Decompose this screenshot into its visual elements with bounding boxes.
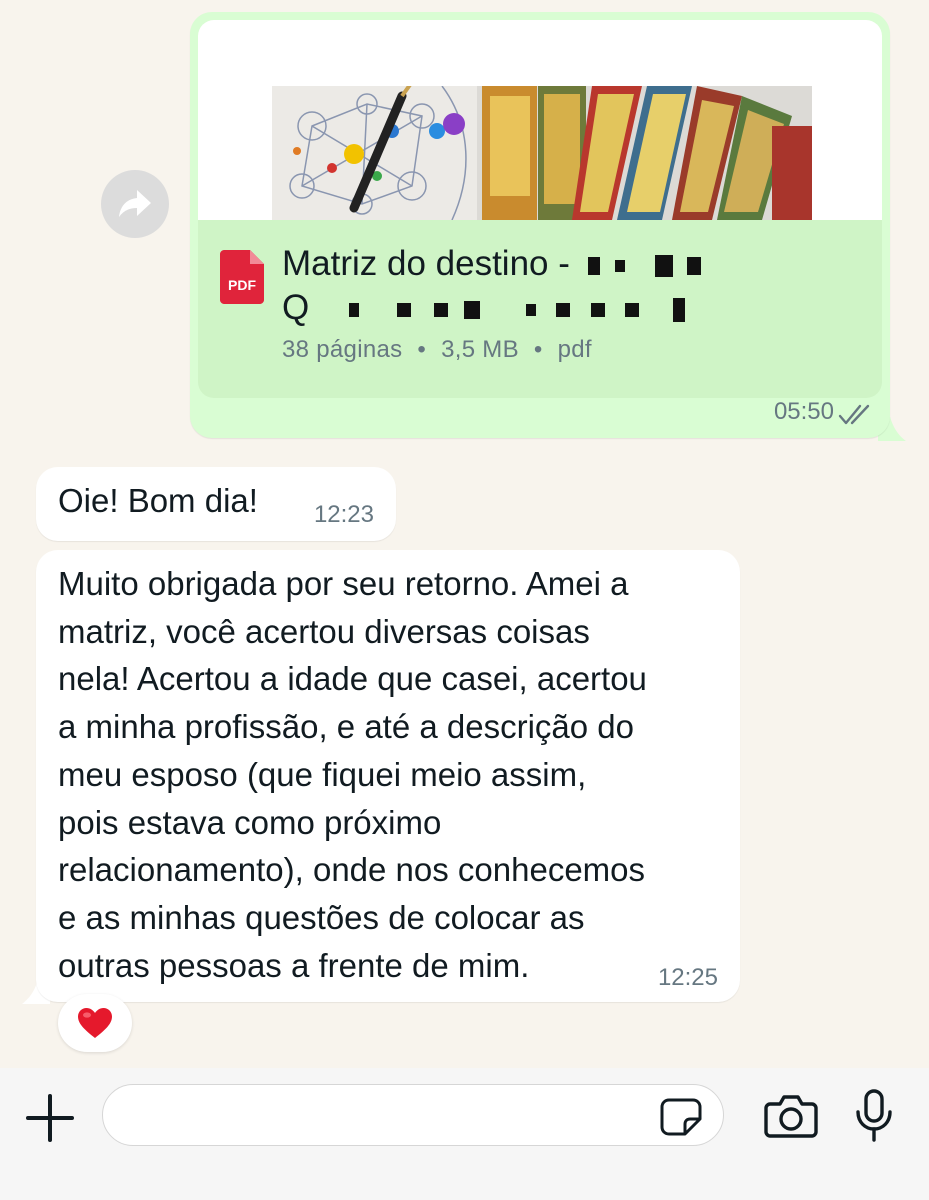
- redaction-block: [555, 302, 570, 317]
- document-filename-line2: Q: [282, 288, 310, 327]
- document-preview: [198, 20, 882, 220]
- message-line: pois estava como próximo: [58, 803, 442, 841]
- outgoing-document-message[interactable]: PDF Matriz do destino - Q 38 páginas • 3…: [190, 12, 890, 438]
- message-input-field[interactable]: [102, 1084, 724, 1147]
- message-line: a minha profissão, e até a descrição do: [58, 708, 635, 746]
- double-check-icon: [838, 404, 870, 425]
- message-text: Muito obrigada por seu retorno. Amei a m…: [58, 560, 738, 989]
- document-type: pdf: [557, 336, 592, 363]
- document-filename: Matriz do destino - Q: [282, 242, 842, 330]
- message-line: e as minhas questões de colocar as: [58, 898, 585, 936]
- message-line: matriz, você acertou diversas coisas: [58, 612, 590, 650]
- camera-icon[interactable]: [764, 1094, 818, 1138]
- redaction-block: [655, 254, 674, 277]
- redaction-block: [591, 302, 606, 317]
- heart-reaction[interactable]: [58, 994, 132, 1052]
- message-line: nela! Acertou a idade que casei, acertou: [58, 660, 647, 698]
- redaction-block: [672, 297, 685, 322]
- incoming-message[interactable]: Oie! Bom dia! 12:23: [36, 467, 396, 541]
- document-info: 38 páginas • 3,5 MB • pdf: [282, 336, 592, 364]
- forward-arrow-icon: [119, 190, 151, 217]
- message-input-bar: [0, 1068, 929, 1200]
- redaction-block: [625, 302, 640, 317]
- sticker-icon[interactable]: [659, 1097, 703, 1137]
- redaction-block: [464, 300, 481, 319]
- redaction-block: [525, 303, 536, 316]
- info-separator: •: [417, 336, 427, 363]
- redaction-block: [615, 259, 626, 272]
- message-input[interactable]: [123, 1085, 647, 1147]
- redaction-block: [434, 302, 449, 317]
- heart-icon: [78, 1008, 112, 1038]
- document-card[interactable]: PDF Matriz do destino - Q 38 páginas • 3…: [198, 20, 882, 398]
- redaction-block: [587, 256, 600, 275]
- message-time: 12:25: [657, 964, 718, 991]
- microphone-icon[interactable]: [854, 1088, 894, 1144]
- pdf-icon-label: PDF: [228, 277, 256, 293]
- message-text: Oie! Bom dia!: [58, 482, 258, 519]
- chat-area: PDF Matriz do destino - Q 38 páginas • 3…: [0, 0, 929, 1068]
- document-filename-text: Matriz do destino -: [282, 244, 570, 283]
- redaction-block: [686, 256, 701, 275]
- message-time: 05:50: [773, 398, 834, 425]
- redaction-block: [348, 302, 359, 317]
- forward-button[interactable]: [101, 170, 169, 238]
- plus-icon[interactable]: [24, 1092, 76, 1144]
- pdf-file-icon: PDF: [220, 250, 264, 304]
- message-line: outras pessoas a frente de mim.: [58, 946, 530, 984]
- document-thumbnail: [272, 86, 812, 220]
- message-time: 12:23: [313, 501, 374, 528]
- info-separator: •: [533, 336, 543, 363]
- message-line: meu esposo (que fiquei meio assim,: [58, 755, 587, 793]
- document-pages: 38 páginas: [282, 336, 403, 363]
- document-meta: PDF Matriz do destino - Q 38 páginas • 3…: [198, 220, 882, 398]
- message-line: Muito obrigada por seu retorno. Amei a: [58, 565, 629, 602]
- document-size: 3,5 MB: [441, 336, 519, 363]
- incoming-message[interactable]: Muito obrigada por seu retorno. Amei a m…: [36, 550, 740, 1002]
- message-line: relacionamento), onde nos conhecemos: [58, 851, 646, 889]
- redaction-block: [396, 302, 411, 317]
